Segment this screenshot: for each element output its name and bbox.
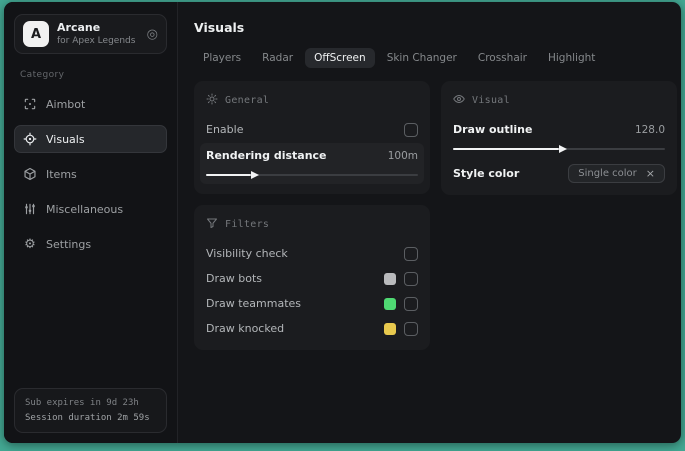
left-column: General Enable Rendering distance 100m F…	[194, 81, 430, 350]
sidebar-item-label: Visuals	[46, 132, 85, 146]
tab-highlight[interactable]: Highlight	[539, 48, 604, 68]
tab-players[interactable]: Players	[194, 48, 250, 68]
eye-icon	[453, 93, 465, 108]
sidebar-item-label: Settings	[46, 237, 92, 251]
general-panel: General Enable Rendering distance 100m	[194, 81, 430, 194]
sidebar-item-visuals[interactable]: Visuals	[14, 125, 167, 153]
sidebar-item-label: Items	[46, 167, 77, 181]
enable-checkbox[interactable]	[404, 122, 418, 137]
app-window: A Arcane for Apex Legends ◎ Category Aim…	[4, 2, 681, 443]
page-title: Visuals	[194, 20, 245, 35]
style-color-select[interactable]: Single color ×	[568, 164, 665, 183]
rendering-distance-label: Rendering distance	[206, 149, 327, 162]
rendering-distance-block: Rendering distance 100m	[200, 143, 424, 184]
draw-teammates-checkbox[interactable]	[404, 296, 418, 311]
sidebar-item-miscellaneous[interactable]: Miscellaneous	[14, 195, 167, 223]
crosshair-scan-icon	[23, 97, 37, 111]
sidebar: A Arcane for Apex Legends ◎ Category Aim…	[4, 2, 178, 443]
visibility-check-label: Visibility check	[206, 247, 288, 260]
draw-knocked-label: Draw knocked	[206, 322, 285, 335]
draw-bots-controls	[384, 271, 418, 286]
desktop: { "desktop": { "background": "#43a893" }…	[0, 0, 685, 451]
draw-knocked-checkbox[interactable]	[404, 321, 418, 336]
app-title: Arcane	[57, 20, 101, 34]
draw-bots-row: Draw bots	[206, 267, 418, 290]
filters-panel: Filters Visibility check Draw bots Draw …	[194, 205, 430, 350]
visual-panel: Visual Draw outline 128.0 Style color Si…	[441, 81, 677, 195]
draw-outline-label: Draw outline	[453, 123, 533, 136]
slider-fill-arrow-thumb[interactable]	[206, 171, 258, 179]
tab-offscreen[interactable]: OffScreen	[305, 48, 375, 68]
draw-knocked-color-swatch[interactable]	[384, 322, 396, 335]
draw-bots-checkbox[interactable]	[404, 271, 418, 286]
sidebar-item-items[interactable]: Items	[14, 160, 167, 188]
general-panel-header: General	[206, 93, 418, 108]
draw-outline-row: Draw outline 128.0	[453, 118, 665, 141]
sidebar-item-label: Miscellaneous	[46, 202, 124, 216]
visual-panel-title: Visual	[472, 95, 510, 106]
filters-panel-title: Filters	[225, 219, 270, 230]
general-panel-title: General	[225, 95, 270, 106]
tab-skin-changer[interactable]: Skin Changer	[378, 48, 466, 68]
sliders-icon	[23, 202, 37, 216]
gear-icon: ⚙	[24, 236, 36, 252]
target-circle-icon[interactable]: ◎	[147, 28, 158, 41]
subscription-card: Sub expires in 9d 23h Session duration 2…	[14, 388, 167, 433]
tab-radar[interactable]: Radar	[253, 48, 302, 68]
sun-icon	[206, 93, 218, 108]
rendering-distance-slider[interactable]	[206, 170, 418, 180]
panel-grid: General Enable Rendering distance 100m F…	[194, 81, 677, 350]
tab-bar: Players Radar OffScreen Skin Changer Cro…	[194, 48, 677, 68]
filters-panel-header: Filters	[206, 217, 418, 232]
cube-icon	[23, 167, 37, 181]
draw-teammates-row: Draw teammates	[206, 292, 418, 315]
draw-teammates-label: Draw teammates	[206, 297, 302, 310]
right-column: Visual Draw outline 128.0 Style color Si…	[441, 81, 677, 195]
draw-teammates-color-swatch[interactable]	[384, 297, 396, 310]
sidebar-item-aimbot[interactable]: Aimbot	[14, 90, 167, 118]
focus-icon	[23, 132, 37, 146]
draw-teammates-controls	[384, 296, 418, 311]
draw-outline-value: 128.0	[634, 123, 665, 136]
enable-row: Enable	[206, 118, 418, 141]
rendering-distance-value: 100m	[387, 149, 418, 162]
style-color-selected-option: Single color	[578, 168, 637, 179]
draw-outline-slider[interactable]	[453, 144, 665, 154]
clear-selection-icon[interactable]: ×	[646, 168, 655, 179]
main-area: Visuals Players Radar OffScreen Skin Cha…	[178, 2, 681, 443]
slider-fill-arrow-thumb[interactable]	[453, 145, 567, 153]
app-subtitle: for Apex Legends	[57, 36, 136, 47]
draw-knocked-row: Draw knocked	[206, 317, 418, 340]
app-logo: A	[23, 21, 49, 47]
sub-expires-text: Sub expires in 9d 23h	[25, 398, 139, 408]
visibility-check-checkbox[interactable]	[404, 246, 418, 261]
enable-label: Enable	[206, 123, 244, 136]
funnel-icon	[206, 217, 218, 232]
brand-card: A Arcane for Apex Legends ◎	[14, 14, 167, 54]
brand-text: Arcane for Apex Legends	[57, 20, 136, 47]
sidebar-item-label: Aimbot	[46, 97, 86, 111]
rendering-distance-row: Rendering distance 100m	[206, 144, 418, 167]
visibility-check-row: Visibility check	[206, 242, 418, 265]
style-color-label: Style color	[453, 167, 520, 180]
visual-panel-header: Visual	[453, 93, 665, 108]
draw-bots-color-swatch[interactable]	[384, 272, 396, 285]
sidebar-item-settings[interactable]: ⚙ Settings	[14, 230, 167, 258]
draw-knocked-controls	[384, 321, 418, 336]
session-duration-text: Session duration 2m 59s	[25, 413, 150, 423]
tab-crosshair[interactable]: Crosshair	[469, 48, 536, 68]
draw-bots-label: Draw bots	[206, 272, 262, 285]
style-color-row: Style color Single color ×	[453, 162, 665, 185]
category-label: Category	[20, 70, 65, 80]
